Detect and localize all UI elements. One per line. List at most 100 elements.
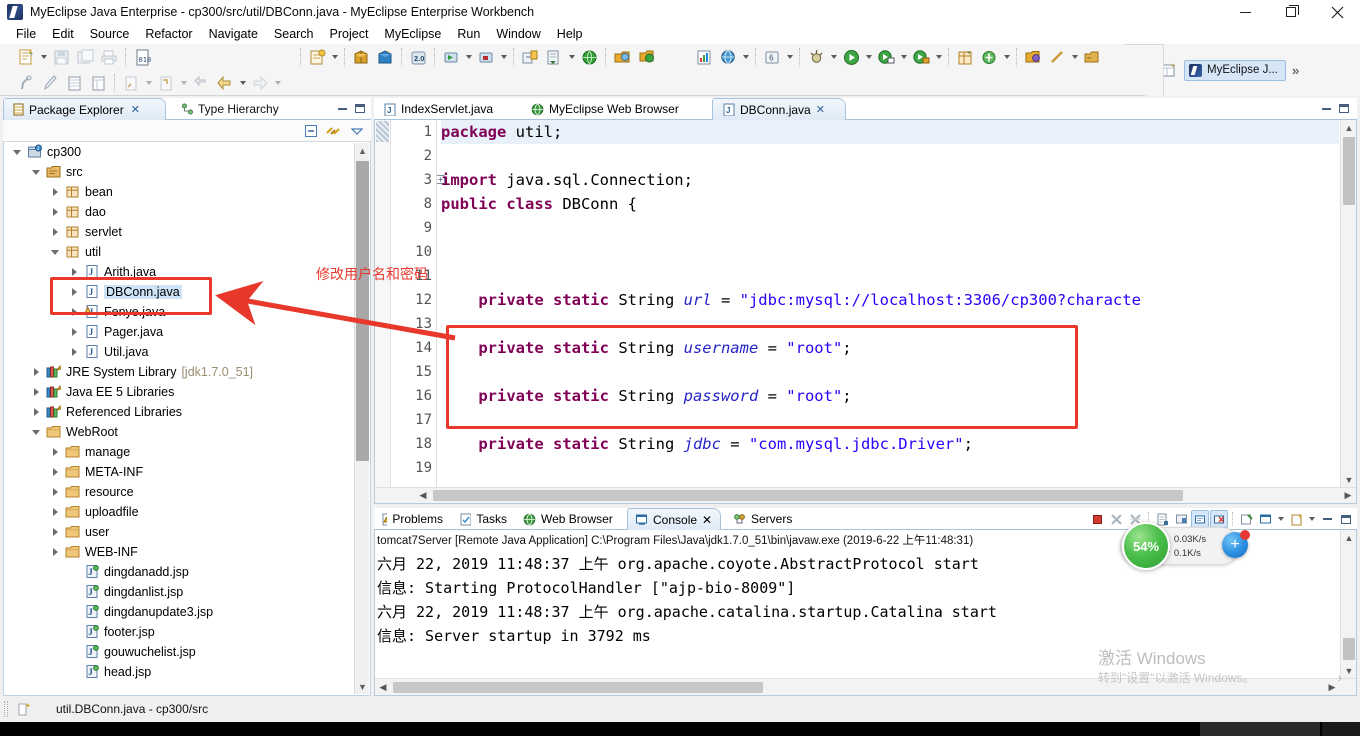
tab-dbconn-java[interactable]: J DBConn.java ✕ [712, 98, 846, 120]
debug-icon[interactable] [805, 46, 827, 68]
menu-project[interactable]: Project [322, 26, 377, 42]
chevron-down-icon[interactable] [46, 242, 64, 262]
chevron-right-icon[interactable] [46, 482, 64, 502]
chevron-right-icon[interactable] [46, 542, 64, 562]
run-config-icon[interactable] [875, 46, 897, 68]
menu-source[interactable]: Source [82, 26, 138, 42]
code-line[interactable]: private static String username = "root"; [441, 336, 1339, 360]
back-icon[interactable] [214, 72, 236, 94]
tree-item-util[interactable]: util [4, 242, 356, 262]
code-line[interactable]: private static String url = "jdbc:mysql:… [441, 288, 1339, 312]
close-icon[interactable]: ✕ [131, 103, 140, 116]
scroll-down-icon[interactable]: ▼ [1341, 663, 1356, 678]
forward-dropdown-icon[interactable] [272, 72, 283, 94]
new-class-icon[interactable] [978, 46, 1000, 68]
history-dropdown-icon[interactable] [784, 46, 795, 68]
tree-item-java-ee-5-libraries[interactable]: Java EE 5 Libraries [4, 382, 356, 402]
next-edit-dropdown-icon[interactable] [178, 72, 189, 94]
editor-horizontal-scrollbar[interactable]: ◀ ▶ [375, 487, 1356, 503]
code-line[interactable] [441, 456, 1339, 480]
maximize-icon[interactable] [1337, 510, 1355, 528]
tree-item-dingdanupdate3-jsp[interactable]: Jdingdanupdate3.jsp [4, 602, 356, 622]
run-secure-dropdown-icon[interactable] [933, 46, 944, 68]
new-console-view-dropdown-icon[interactable] [1306, 508, 1317, 530]
tree-item-dingdanadd-jsp[interactable]: Jdingdanadd.jsp [4, 562, 356, 582]
maximize-icon[interactable] [1268, 0, 1314, 24]
tree-item-referenced-libraries[interactable]: Referenced Libraries [4, 402, 356, 422]
chevron-right-icon[interactable] [46, 462, 64, 482]
open-folder-icon[interactable] [1022, 46, 1044, 68]
chevron-right-icon[interactable] [65, 342, 83, 362]
tab-servers[interactable]: Servers [726, 508, 808, 530]
clear-console-icon[interactable] [1210, 510, 1228, 528]
tree-item-user[interactable]: user [4, 522, 356, 542]
menu-refactor[interactable]: Refactor [137, 26, 200, 42]
column-icon[interactable] [87, 72, 109, 94]
tab-problems[interactable]: Problems [374, 508, 450, 530]
minimize-icon[interactable] [1318, 510, 1336, 528]
tree-item-bean[interactable]: bean [4, 182, 356, 202]
code-line[interactable]: import java.sql.Connection; [441, 168, 1339, 192]
previous-edit-dropdown-icon[interactable] [143, 72, 154, 94]
code-line[interactable] [441, 216, 1339, 240]
tree-item-gouwuchelist-jsp[interactable]: Jgouwuchelist.jsp [4, 642, 356, 662]
quick-fix-icon[interactable] [1046, 46, 1068, 68]
minimize-icon[interactable] [335, 102, 349, 115]
scroll-left-icon[interactable]: ◀ [415, 488, 431, 503]
console-output-text[interactable]: 六月 22, 2019 11:48:37 上午 org.apache.coyot… [377, 552, 1338, 677]
chevron-right-icon[interactable] [65, 282, 83, 302]
collapse-all-icon[interactable] [302, 122, 319, 139]
perspective-overflow-icon[interactable]: » [1292, 63, 1299, 78]
tree-item-fenye-java[interactable]: J Fenye.java [4, 302, 356, 322]
tree-item-webroot[interactable]: WebRoot [4, 422, 356, 442]
code-line[interactable] [441, 144, 1339, 168]
run-config-dropdown-icon[interactable] [898, 46, 909, 68]
chevron-right-icon[interactable] [46, 202, 64, 222]
tree-item-util-java[interactable]: J Util.java [4, 342, 356, 362]
maximize-icon[interactable] [353, 102, 367, 115]
chevron-right-icon[interactable] [27, 362, 45, 382]
tab-package-explorer[interactable]: Package Explorer ✕ [3, 98, 166, 120]
scrollbar-thumb[interactable] [1343, 638, 1355, 660]
tab-tasks[interactable]: Tasks [452, 508, 514, 530]
console-vertical-scrollbar[interactable]: ▲ ▼ [1340, 530, 1356, 678]
close-icon[interactable]: ✕ [816, 103, 825, 116]
console-horizontal-scrollbar[interactable]: ◀ ▶ [375, 678, 1356, 695]
menu-help[interactable]: Help [549, 26, 591, 42]
chevron-right-icon[interactable] [65, 302, 83, 322]
table-icon[interactable] [63, 72, 85, 94]
project-tree[interactable]: Jcp300 src bean dao servlet util J Arith.java J D… [3, 142, 371, 696]
forward-icon[interactable] [249, 72, 271, 94]
tree-item-dao[interactable]: dao [4, 202, 356, 222]
chevron-right-icon[interactable] [65, 322, 83, 342]
editor-marker-column[interactable] [375, 120, 391, 487]
minimize-icon[interactable] [1319, 102, 1333, 115]
scroll-left-icon[interactable]: ◀ [375, 680, 391, 695]
code-line[interactable] [441, 312, 1339, 336]
menu-myeclipse[interactable]: MyEclipse [376, 26, 449, 42]
editor-vertical-scrollbar[interactable]: ▲ ▼ [1340, 120, 1356, 487]
tab-web-browser[interactable]: Web Browser [516, 508, 626, 530]
display-selected-console-icon[interactable] [1237, 510, 1255, 528]
chevron-right-icon[interactable] [46, 182, 64, 202]
tree-item-footer-jsp[interactable]: Jfooter.jsp [4, 622, 356, 642]
close-icon[interactable]: ✕ [702, 513, 712, 527]
chevron-right-icon[interactable] [46, 502, 64, 522]
chevron-right-icon[interactable] [27, 402, 45, 422]
tree-item-arith-java[interactable]: J Arith.java [4, 262, 356, 282]
open-console-dropdown-icon[interactable] [1275, 508, 1286, 530]
menu-edit[interactable]: Edit [44, 26, 82, 42]
chevron-right-icon[interactable] [65, 262, 83, 282]
history-icon[interactable]: 6 [761, 46, 783, 68]
code-line[interactable]: public class DBConn { [441, 192, 1339, 216]
chevron-down-icon[interactable] [27, 162, 45, 182]
open-perspective-icon[interactable]: + [1158, 59, 1180, 81]
run-secure-icon[interactable] [910, 46, 932, 68]
code-line[interactable]: private static String password = "root"; [441, 384, 1339, 408]
tab-indexservlet-java[interactable]: J IndexServlet.java [374, 98, 514, 120]
scroll-down-icon[interactable]: ▼ [1341, 472, 1356, 487]
tree-item-manage[interactable]: manage [4, 442, 356, 462]
tree-item-cp300[interactable]: Jcp300 [4, 142, 356, 162]
code-line[interactable] [441, 240, 1339, 264]
scroll-right-icon[interactable]: ▶ [1340, 488, 1356, 503]
